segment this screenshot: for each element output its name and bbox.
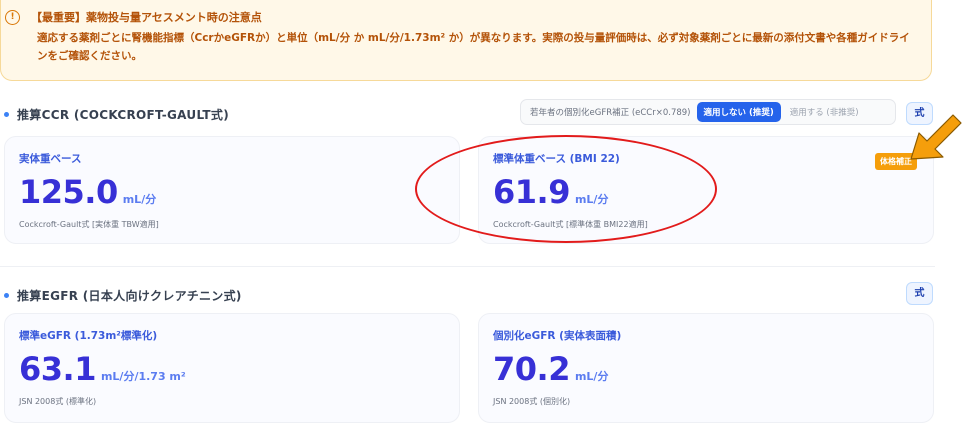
card-footnote: Cockcroft-Gault式 [標準体重 BMI22適用] bbox=[493, 220, 648, 229]
egfr-formula-button[interactable]: 式 bbox=[906, 282, 933, 305]
egfr-section-title: 推算EGFR (日本人向けクレアチニン式) bbox=[4, 287, 242, 304]
card-unit: mL/分 bbox=[122, 193, 157, 206]
toggle-label: 若年者の個別化eGFR補正 (eCCr×0.789) bbox=[530, 108, 691, 118]
card-value-group: 61.9 mL/分 bbox=[493, 173, 608, 211]
ccr-card-standard-weight: 標準体重ベース (BMI 22) 61.9 mL/分 Cockcroft-Gau… bbox=[478, 136, 934, 244]
young-correction-toggle: 若年者の個別化eGFR補正 (eCCr×0.789) 適用しない (推奨) 適用… bbox=[520, 99, 896, 125]
warning-notice: ! 【最重要】薬物投与量アセスメント時の注意点 適応する薬剤ごとに腎機能指標（C… bbox=[0, 0, 932, 81]
notice-body: 適応する薬剤ごとに腎機能指標（CcrかeGFRか）と単位（mL/分 か mL/分… bbox=[37, 32, 910, 62]
card-value: 63.1 bbox=[19, 350, 96, 388]
card-unit: mL/分/1.73 m² bbox=[100, 370, 186, 383]
card-value-group: 70.2 mL/分 bbox=[493, 350, 608, 388]
ccr-section-title: 推算CCR (COCKCROFT-GAULT式) bbox=[4, 106, 229, 123]
card-footnote: JSN 2008式 (標準化) bbox=[19, 397, 97, 406]
card-value: 61.9 bbox=[493, 173, 570, 211]
section-divider bbox=[0, 266, 935, 267]
egfr-card-standardized: 標準eGFR (1.73m²標準化) 63.1 mL/分/1.73 m² JSN… bbox=[4, 313, 460, 423]
info-icon: ! bbox=[5, 10, 20, 25]
card-footnote: Cockcroft-Gault式 [実体重 TBW適用] bbox=[19, 220, 159, 229]
ccr-section-label: 推算CCR (COCKCROFT-GAULT式) bbox=[17, 108, 229, 122]
card-unit: mL/分 bbox=[574, 193, 609, 206]
card-label: 標準eGFR (1.73m²標準化) bbox=[19, 330, 158, 342]
toggle-apply-button[interactable]: 適用する (非推奨) bbox=[790, 106, 859, 118]
card-label: 個別化eGFR (実体表面積) bbox=[493, 330, 622, 342]
toggle-not-apply-button[interactable]: 適用しない (推奨) bbox=[696, 102, 781, 122]
card-value-group: 63.1 mL/分/1.73 m² bbox=[19, 350, 186, 388]
card-value: 125.0 bbox=[19, 173, 118, 211]
notice-title: 【最重要】薬物投与量アセスメント時の注意点 bbox=[31, 11, 262, 24]
card-unit: mL/分 bbox=[574, 370, 609, 383]
card-footnote: JSN 2008式 (個別化) bbox=[493, 397, 571, 406]
bullet-dot bbox=[4, 293, 9, 298]
card-value: 70.2 bbox=[493, 350, 570, 388]
bullet-dot bbox=[4, 112, 9, 117]
egfr-card-individualized: 個別化eGFR (実体表面積) 70.2 mL/分 JSN 2008式 (個別化… bbox=[478, 313, 934, 423]
ccr-card-actual-weight: 実体重ベース 125.0 mL/分 Cockcroft-Gault式 [実体重 … bbox=[4, 136, 460, 244]
card-value-group: 125.0 mL/分 bbox=[19, 173, 156, 211]
pointer-arrow-annotation bbox=[910, 114, 962, 160]
card-label: 実体重ベース bbox=[19, 153, 82, 165]
card-label: 標準体重ベース (BMI 22) bbox=[493, 153, 620, 165]
egfr-section-label: 推算EGFR (日本人向けクレアチニン式) bbox=[17, 289, 242, 303]
